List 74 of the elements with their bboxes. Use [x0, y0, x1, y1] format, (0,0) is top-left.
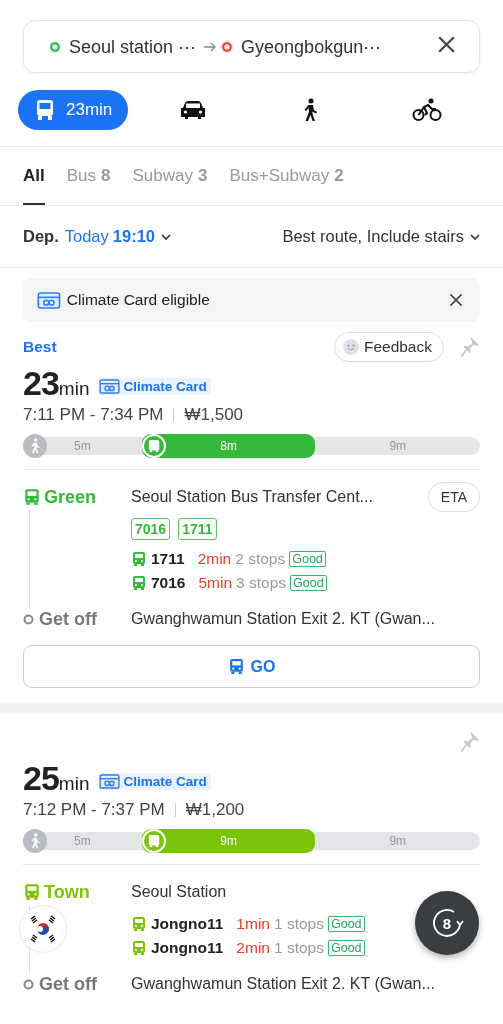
- bus-icon: [227, 658, 245, 675]
- route-options-selector[interactable]: Best route, Include stairs: [282, 227, 480, 246]
- stop-count: 1 stops: [273, 939, 324, 957]
- transit-mode-tab[interactable]: 23min: [18, 90, 129, 130]
- boarding-stop: Seoul Station: [131, 883, 227, 901]
- car-icon: [180, 100, 207, 120]
- walking-person-icon: [29, 438, 41, 454]
- segment-duration: 8m: [220, 439, 237, 453]
- smiley-icon: [342, 339, 359, 355]
- card-icon: [99, 379, 121, 394]
- bus-number: 7016: [151, 574, 186, 592]
- arrival-time: 5min: [198, 574, 233, 592]
- route-search-field[interactable]: Seoul station ⋯ Gyeongbokgun⋯: [23, 20, 480, 73]
- chevron-down-icon: [470, 232, 480, 241]
- segment-duration: 9m: [389, 834, 407, 848]
- close-icon[interactable]: [448, 292, 464, 308]
- filter-tab[interactable]: All: [23, 147, 45, 205]
- crowding-tag: Good: [327, 940, 365, 956]
- bus-icon: [131, 551, 147, 567]
- segment-duration: 9m: [389, 439, 407, 453]
- departure-time-selector[interactable]: Dep. Today 19:10: [23, 227, 171, 246]
- crowding-tag: Good: [327, 916, 365, 932]
- refresh-button[interactable]: 8: [415, 891, 479, 955]
- bus-line-name: Town: [44, 881, 90, 903]
- bus-number: Jongno11: [151, 939, 224, 957]
- bus-icon: [34, 99, 56, 121]
- bus-icon: [146, 439, 161, 453]
- time-range: 7:12 PM - 7:37 PM: [23, 800, 165, 820]
- go-button[interactable]: GO: [23, 645, 480, 688]
- bus-icon: [131, 916, 147, 932]
- chevron-down-icon: [161, 232, 171, 241]
- duration-value: 23: [23, 364, 59, 403]
- card-icon: [99, 774, 121, 789]
- stop-count: 2 stops: [235, 550, 286, 568]
- arrival-time: 1min: [236, 915, 270, 933]
- get-off-label: Get off: [39, 608, 97, 630]
- fare: ₩1,500: [184, 405, 244, 425]
- crowding-tag: Good: [290, 575, 327, 591]
- cyclist-icon: [411, 98, 442, 122]
- climate-card-badge: Climate Card: [99, 773, 211, 790]
- segment-duration: 9m: [220, 834, 237, 848]
- stop-count: 3 stops: [236, 574, 287, 592]
- bus-icon: [131, 575, 147, 591]
- stop-count: 1 stops: [273, 915, 324, 933]
- origin-dot-icon: [48, 39, 62, 54]
- route-tag: Best: [23, 338, 57, 356]
- segment-duration: 5m: [74, 439, 91, 453]
- bus-icon: [131, 940, 147, 956]
- alighting-stop: Gwanghwamun Station Exit 2. KT (Gwan...: [131, 974, 436, 994]
- destination-text: Gyeongbokgun⋯: [241, 35, 382, 58]
- card-icon: [37, 291, 61, 309]
- arrow-right-icon: [204, 41, 218, 52]
- segment-duration: 5m: [74, 834, 91, 848]
- get-off-label: Get off: [39, 973, 97, 995]
- fare: ₩1,200: [185, 800, 245, 820]
- bus-number: Jongno11: [151, 915, 224, 933]
- alighting-stop: Gwanghwamun Station Exit 2. KT (Gwan...: [131, 609, 436, 629]
- time-range: 7:11 PM - 7:34 PM: [23, 405, 164, 425]
- arrival-time: 2min: [197, 550, 232, 568]
- duration-unit: min: [58, 773, 90, 795]
- duration-value: 25: [23, 759, 59, 798]
- bus-icon: [146, 834, 161, 848]
- destination-dot-icon: [220, 39, 235, 54]
- duration-unit: min: [58, 378, 90, 400]
- bus-number: 1711: [151, 550, 185, 568]
- arrival-time: 2min: [236, 939, 270, 957]
- walking-person-icon: [29, 833, 41, 849]
- boarding-stop: Seoul Station Bus Transfer Cent...: [131, 488, 373, 506]
- crowding-tag: Good: [289, 551, 326, 567]
- banner-text: Climate Card eligible: [66, 291, 210, 309]
- flag-icon: [20, 906, 66, 952]
- climate-card-badge: Climate Card: [99, 378, 211, 395]
- bus-line-name: Green: [44, 486, 97, 508]
- origin-text: Seoul station ⋯: [69, 35, 197, 58]
